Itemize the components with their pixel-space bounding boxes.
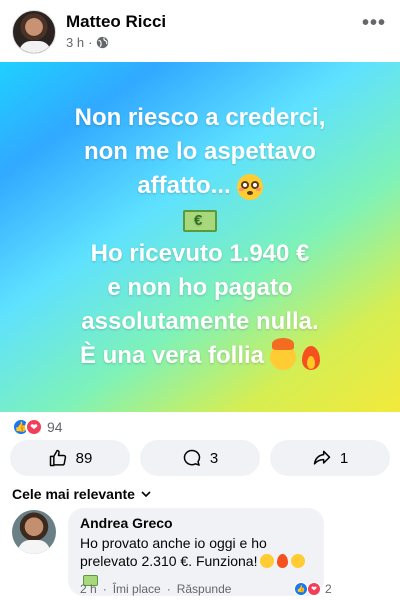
author-avatar[interactable]	[12, 10, 56, 54]
comment-reactions[interactable]: 👍 ❤ 2	[294, 582, 332, 596]
globe-icon	[97, 36, 109, 49]
comment-sort-dropdown[interactable]: Cele mai relevante	[12, 486, 151, 502]
banner-line-5: e non ho pagato	[107, 274, 293, 301]
banner-line-1: Non riesco a crederci,	[74, 104, 326, 131]
reactions-summary[interactable]: 👍 ❤ 94	[12, 418, 63, 436]
post-meta: 3 h ·	[66, 35, 109, 50]
fire-icon	[302, 344, 321, 370]
comment-count: 3	[209, 449, 219, 467]
comment-like-button[interactable]: Îmi place	[113, 582, 161, 596]
banner-text: Non riesco a crederci, non me lo aspetta…	[35, 101, 365, 373]
fire-icon	[277, 554, 289, 568]
chevron-down-icon	[141, 491, 151, 498]
grinning-face-icon	[260, 554, 275, 568]
like-count: 89	[75, 449, 93, 467]
comment-reply-button[interactable]: Răspunde	[177, 582, 232, 596]
post-header: Matteo Ricci 3 h · •••	[0, 0, 400, 62]
comment-text-row: Ho provato anche io oggi e ho prelevato …	[80, 534, 312, 588]
like-button[interactable]: 89	[10, 440, 130, 476]
banner-line-3-text: affatto...	[137, 172, 231, 199]
share-icon	[313, 450, 331, 465]
comment-button[interactable]: 3	[140, 440, 260, 476]
banner-money-row	[35, 203, 365, 237]
comment-reaction-count: 2	[325, 582, 332, 596]
mind-blown-icon	[291, 554, 306, 568]
meta-separator: ·	[88, 35, 93, 50]
commenter-name[interactable]: Andrea Greco	[80, 515, 312, 531]
banner-line-7-text: È una vera follia	[79, 342, 265, 369]
share-count: 1	[339, 449, 349, 467]
action-bar: 89 3 1	[10, 440, 390, 476]
banner-line-3: affatto...	[35, 169, 365, 203]
reaction-count: 94	[47, 419, 63, 435]
more-options-button[interactable]: •••	[362, 12, 386, 35]
love-reaction-icon: ❤	[25, 418, 43, 436]
comment-icon	[183, 449, 201, 466]
comment-meta: 2 h · Îmi place · Răspunde	[80, 582, 231, 596]
banner-line-4: Ho ricevuto 1.940 €	[90, 240, 310, 267]
thumbs-up-icon	[49, 449, 66, 467]
mind-blown-icon	[270, 337, 297, 370]
meta-separator: ·	[166, 582, 171, 596]
meta-separator: ·	[102, 582, 107, 596]
post-banner: Non riesco a crederci, non me lo aspetta…	[0, 62, 400, 412]
banner-line-7: È una vera follia	[35, 337, 365, 373]
comment-text: Ho provato anche io oggi e ho prelevato …	[80, 535, 267, 569]
commenter-avatar[interactable]	[12, 510, 56, 554]
flushed-face-icon	[236, 173, 263, 200]
sort-label: Cele mai relevante	[12, 486, 135, 502]
share-button[interactable]: 1	[270, 440, 390, 476]
like-reaction-icon: 👍	[294, 582, 308, 596]
money-icon	[183, 209, 217, 232]
love-reaction-icon: ❤	[307, 582, 321, 596]
post-time[interactable]: 3 h	[66, 35, 84, 50]
comment-time[interactable]: 2 h	[80, 582, 97, 596]
banner-line-6: assolutamente nulla.	[81, 308, 319, 335]
banner-line-2: non me lo aspettavo	[83, 138, 317, 165]
author-name[interactable]: Matteo Ricci	[66, 12, 166, 32]
